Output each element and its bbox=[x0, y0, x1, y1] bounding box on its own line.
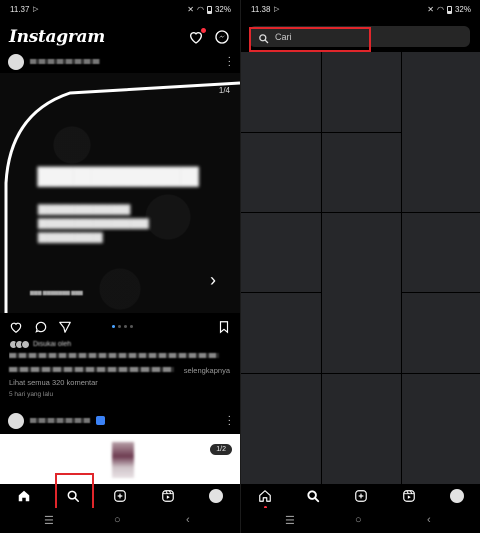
search-icon[interactable] bbox=[304, 487, 322, 505]
profile-avatar[interactable] bbox=[448, 487, 466, 505]
explore-grid bbox=[241, 52, 480, 484]
post-image-footer-blurred: ▆▆▆ ▆▆▆▆▆▆▆ ▆▆▆ bbox=[30, 290, 83, 296]
explore-tile[interactable] bbox=[241, 52, 321, 132]
like-icon[interactable] bbox=[9, 320, 23, 334]
cast-icon: ▷ bbox=[33, 6, 39, 13]
image-counter: 1/4 bbox=[218, 86, 230, 95]
wifi-icon: ◠ bbox=[437, 5, 444, 14]
post-image[interactable]: 1/4 ▆▆▆▆▆▆▆▆▆ ▆▆▆▆▆▆▆▆▆▆ ▆▆▆▆▆▆▆▆▆▆▆▆ ▆▆▆▆… bbox=[0, 73, 240, 313]
explore-tile[interactable] bbox=[322, 374, 401, 484]
home-icon[interactable] bbox=[15, 487, 33, 505]
view-comments-link[interactable]: Lihat semua 320 komentar bbox=[9, 378, 98, 387]
status-bar: 11.38 ▷ ✕ ◠ 32% bbox=[241, 0, 480, 18]
explore-tile[interactable] bbox=[241, 293, 321, 373]
mute-icon: ✕ bbox=[187, 5, 194, 14]
bottom-navigation bbox=[0, 484, 240, 508]
explore-tile[interactable] bbox=[241, 374, 321, 484]
instagram-logo: Instagram bbox=[9, 27, 105, 47]
post-image-subtitle-blurred: ▆▆▆▆▆▆▆▆▆▆ ▆▆▆▆▆▆▆▆▆▆▆▆ ▆▆▆▆▆▆▆ bbox=[38, 201, 149, 243]
battery-icon bbox=[206, 5, 212, 14]
post2-more-options-icon[interactable]: · · · bbox=[228, 412, 231, 430]
explore-tile[interactable] bbox=[241, 213, 321, 292]
search-bar-highlight bbox=[249, 27, 371, 52]
verified-badge-icon bbox=[96, 416, 105, 425]
create-post-icon[interactable] bbox=[111, 487, 129, 505]
more-options-icon[interactable]: · · · bbox=[228, 53, 231, 71]
home-button-icon[interactable]: ○ bbox=[355, 514, 362, 526]
back-icon[interactable]: ‹ bbox=[427, 514, 431, 526]
post2-header: · · · bbox=[0, 411, 240, 431]
messenger-icon[interactable] bbox=[214, 29, 230, 45]
battery-icon bbox=[446, 5, 452, 14]
back-icon[interactable]: ‹ bbox=[186, 514, 190, 526]
explore-tile[interactable] bbox=[241, 133, 321, 212]
home-button-icon[interactable]: ○ bbox=[114, 514, 121, 526]
recent-apps-icon[interactable]: ☰ bbox=[285, 514, 295, 527]
system-navigation: ☰ ○ ‹ bbox=[0, 508, 240, 533]
explore-tile[interactable] bbox=[322, 213, 401, 373]
liker-avatars bbox=[9, 340, 30, 349]
post2-author-username[interactable] bbox=[30, 418, 90, 423]
post2-image[interactable]: 1/2 bbox=[0, 434, 240, 484]
explore-tile[interactable] bbox=[402, 52, 480, 212]
explore-tile[interactable] bbox=[402, 213, 480, 292]
wifi-icon: ◠ bbox=[197, 5, 204, 14]
cast-icon: ▷ bbox=[274, 6, 280, 13]
system-navigation: ☰ ○ ‹ bbox=[241, 508, 480, 533]
feed-screen: 11.37 ▷ ✕ ◠ 32% Instagram · · · 1/4 ▆▆▆▆▆▆… bbox=[0, 0, 240, 533]
post2-image-counter: 1/2 bbox=[210, 444, 232, 455]
post-author-username[interactable] bbox=[30, 59, 100, 64]
heart-icon[interactable] bbox=[188, 28, 206, 45]
bottom-navigation bbox=[241, 484, 480, 509]
post-image-title-blurred: ▆▆▆▆▆▆▆▆▆ bbox=[38, 161, 200, 186]
post-time: 5 hari yang lalu bbox=[9, 391, 54, 398]
app-header: Instagram bbox=[0, 24, 240, 52]
liked-by-text: Disukai oleh bbox=[33, 341, 72, 348]
battery-percent: 32% bbox=[214, 5, 231, 14]
post-actions bbox=[0, 318, 240, 336]
post-header: · · · bbox=[0, 52, 240, 72]
profile-avatar[interactable] bbox=[207, 487, 225, 505]
notification-dot bbox=[201, 28, 206, 33]
recent-apps-icon[interactable]: ☰ bbox=[44, 514, 54, 527]
status-time: 11.38 bbox=[251, 5, 271, 14]
bookmark-icon[interactable] bbox=[217, 320, 231, 334]
post-caption-blurred-line2 bbox=[9, 367, 174, 372]
explore-tile[interactable] bbox=[402, 374, 480, 484]
home-icon[interactable] bbox=[256, 487, 274, 509]
reels-icon[interactable] bbox=[400, 487, 418, 505]
reels-icon[interactable] bbox=[159, 487, 177, 505]
post2-author-avatar[interactable] bbox=[8, 413, 24, 429]
next-image-icon[interactable]: › bbox=[210, 270, 216, 291]
post-author-avatar[interactable] bbox=[8, 54, 24, 70]
battery-percent: 32% bbox=[454, 5, 471, 14]
carousel-indicator bbox=[112, 325, 133, 328]
explore-screen: 11.38 ▷ ✕ ◠ 32% Cari ☰ ○ ‹ bbox=[240, 0, 480, 533]
see-more-link[interactable]: selengkapnya bbox=[184, 366, 230, 375]
status-time: 11.37 bbox=[10, 5, 30, 14]
share-icon[interactable] bbox=[58, 320, 72, 334]
explore-tile[interactable] bbox=[402, 293, 480, 373]
comment-icon[interactable] bbox=[34, 320, 48, 334]
post-arch-graphic bbox=[4, 81, 240, 313]
liked-by-row[interactable]: Disukai oleh bbox=[9, 340, 232, 350]
status-bar: 11.37 ▷ ✕ ◠ 32% bbox=[0, 0, 240, 18]
explore-tile[interactable] bbox=[322, 52, 401, 132]
mute-icon: ✕ bbox=[427, 5, 434, 14]
create-post-icon[interactable] bbox=[352, 487, 370, 505]
explore-tile[interactable] bbox=[322, 133, 401, 212]
